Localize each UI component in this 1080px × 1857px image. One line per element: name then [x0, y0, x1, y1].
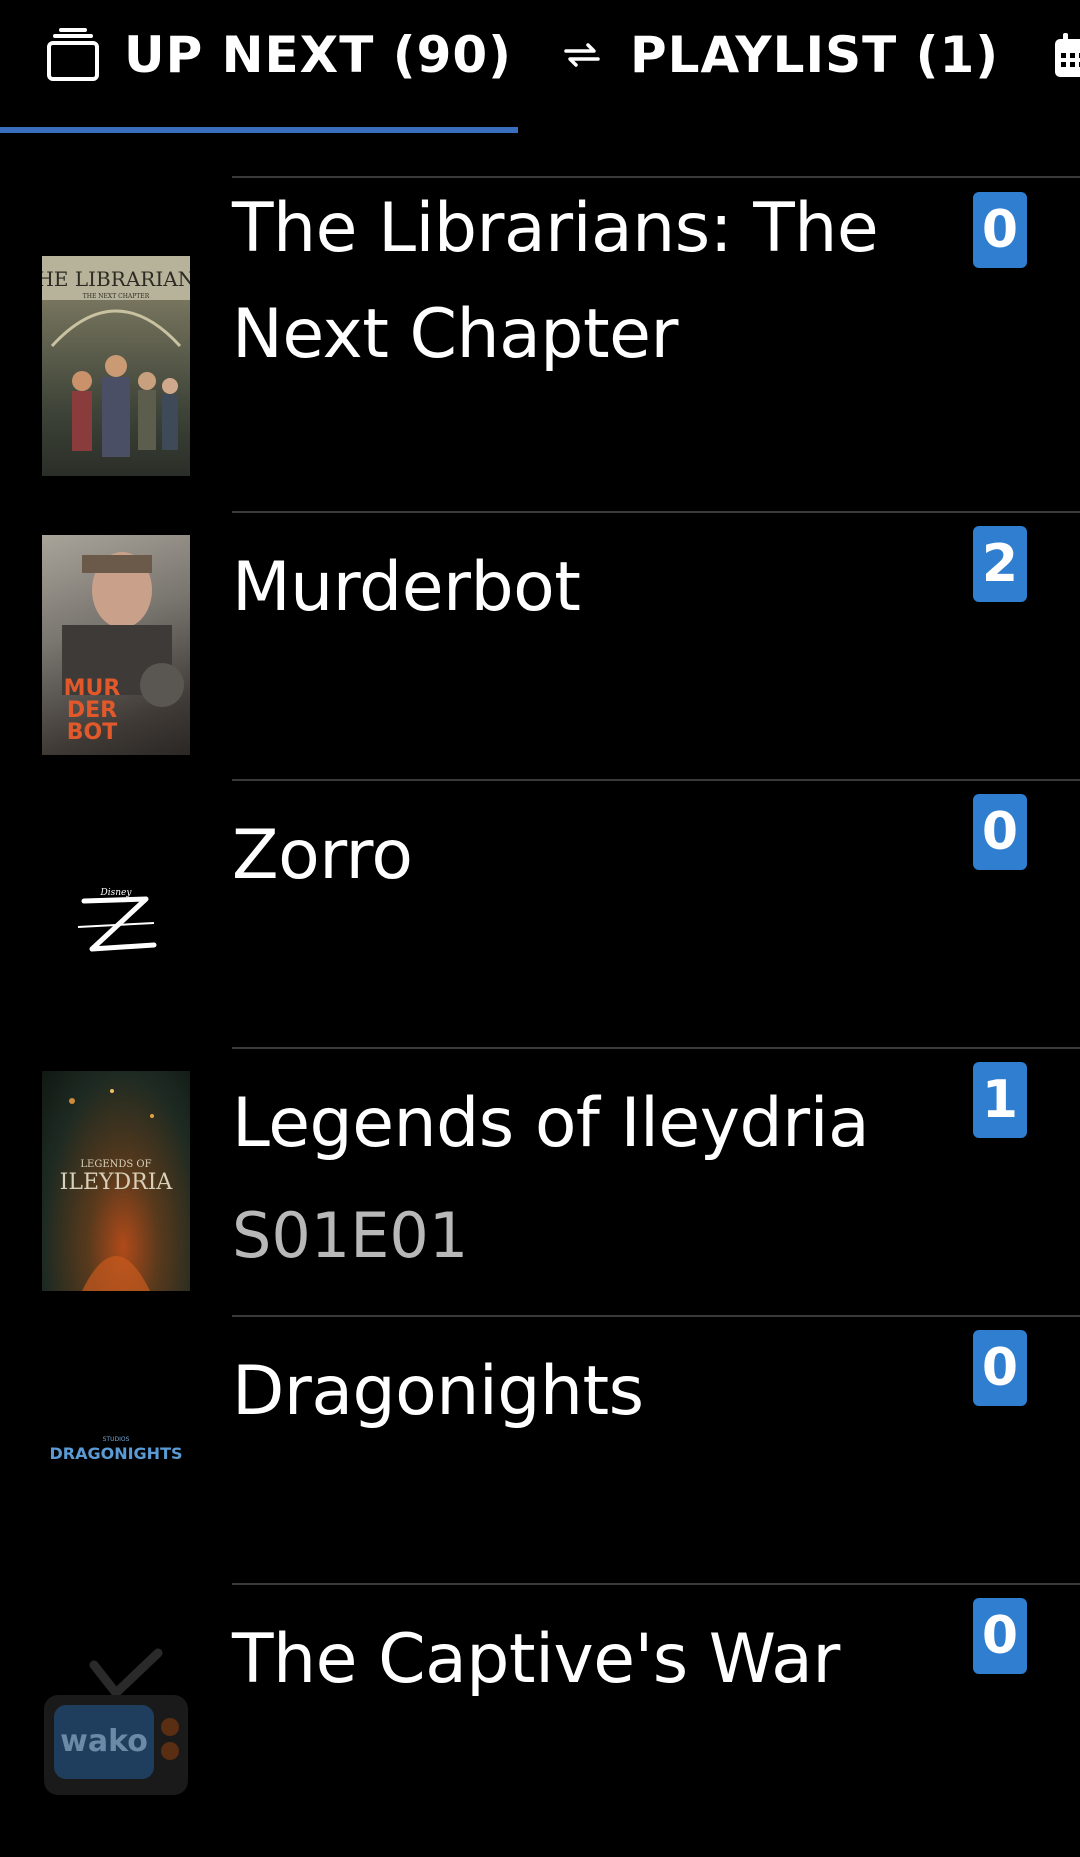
show-poster: Disney — [42, 803, 190, 1023]
list-item[interactable]: Disney Zorro 0 — [0, 777, 1080, 1045]
show-title: Zorro — [232, 816, 413, 895]
list-item[interactable]: wako The Captive's War 0 — [0, 1581, 1080, 1853]
row-divider — [232, 511, 1080, 513]
poster-title-text: THE LIBRARIANS — [42, 267, 190, 291]
calendar-icon — [1053, 31, 1080, 79]
episode-count-badge: 0 — [973, 1330, 1027, 1406]
tab-up-next[interactable]: UP NEXT (90) — [46, 0, 512, 110]
episode-count-badge: 0 — [973, 192, 1027, 268]
stacked-cards-icon — [46, 27, 102, 83]
list-item[interactable]: MUR DER BOT Murderbot 2 — [0, 509, 1080, 777]
tab-playlist[interactable]: PLAYLIST (1) — [560, 0, 999, 110]
row-divider — [232, 779, 1080, 781]
svg-text:BOT: BOT — [67, 720, 117, 745]
list-item[interactable]: THE LIBRARIANS THE NEXT CHAPTER The Libr… — [0, 134, 1080, 509]
show-title: The Librarians: The Next Chapter — [232, 189, 879, 374]
episode-count-badge: 1 — [973, 1062, 1027, 1138]
show-title: Dragonights — [232, 1352, 644, 1431]
next-episode-label: S01E01 — [232, 1199, 469, 1272]
list-item[interactable]: LEGENDS OF ILEYDRIA Legends of Ileydria … — [0, 1045, 1080, 1313]
show-poster: THE LIBRARIANS THE NEXT CHAPTER — [42, 256, 190, 476]
tab-playlist-label: PLAYLIST (1) — [630, 26, 1000, 84]
repeat-icon — [560, 33, 604, 77]
show-poster: STUDIOS DRAGONIGHTS — [42, 1339, 190, 1559]
show-title: The Captive's War — [232, 1620, 840, 1699]
tab-bar: UP NEXT (90) PLAYLIST (1) — [0, 0, 1080, 134]
svg-text:wako: wako — [60, 1724, 148, 1759]
episode-count-badge: 0 — [973, 794, 1027, 870]
show-poster: LEGENDS OF ILEYDRIA — [42, 1071, 190, 1291]
show-title: Legends of Ileydria — [232, 1084, 870, 1163]
show-poster: MUR DER BOT — [42, 535, 190, 755]
svg-text:ILEYDRIA: ILEYDRIA — [60, 1170, 174, 1195]
svg-text:THE NEXT CHAPTER: THE NEXT CHAPTER — [83, 293, 150, 300]
svg-text:DRAGONIGHTS: DRAGONIGHTS — [49, 1444, 182, 1463]
episode-count-badge: 2 — [973, 526, 1027, 602]
svg-text:Disney: Disney — [100, 888, 133, 898]
tab-calendar[interactable] — [1053, 0, 1080, 110]
svg-text:LEGENDS OF: LEGENDS OF — [80, 1159, 151, 1170]
row-divider — [232, 1583, 1080, 1585]
wako-placeholder-icon: wako — [42, 1633, 190, 1853]
show-title: Murderbot — [232, 548, 581, 627]
row-divider — [232, 1315, 1080, 1317]
list-item[interactable]: STUDIOS DRAGONIGHTS Dragonights 0 — [0, 1313, 1080, 1581]
tab-selected-indicator — [0, 127, 518, 133]
svg-text:STUDIOS: STUDIOS — [103, 1436, 130, 1443]
tab-up-next-label: UP NEXT (90) — [124, 26, 513, 84]
up-next-list: THE LIBRARIANS THE NEXT CHAPTER The Libr… — [0, 134, 1080, 1853]
episode-count-badge: 0 — [973, 1598, 1027, 1674]
row-divider — [232, 1047, 1080, 1049]
